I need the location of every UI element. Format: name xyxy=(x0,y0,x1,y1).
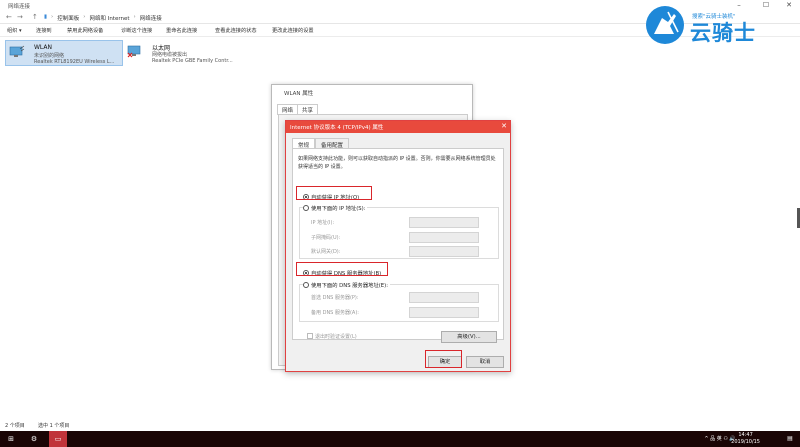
adapter-device: Realtek PCIe GBE Family Contr... xyxy=(152,58,233,64)
screen: 网络连接 – ☐ ✕ ← → ↑ ▮ › 控制面板 › 网络和 Internet… xyxy=(0,0,800,447)
notification-icon[interactable]: ▤ xyxy=(784,431,796,447)
taskbar: ⊞ ⚙ ▭ ^ 品 英 ⚇ 🔊 14:47 2019/10/15 ▤ xyxy=(0,431,800,447)
preferred-dns-input[interactable] xyxy=(409,292,479,303)
wlan-properties-title: WLAN 属性 xyxy=(284,91,314,97)
validate-checkbox[interactable]: 退出时验证设置(L) xyxy=(307,333,357,340)
subnet-input[interactable] xyxy=(409,232,479,243)
adapter-status: 未识别的网络 xyxy=(34,53,65,59)
up-icon[interactable]: ↑ xyxy=(32,13,38,21)
radio-selected-icon xyxy=(303,194,309,200)
adapter-status: 网络电缆被拔出 xyxy=(152,52,188,58)
dialog-title: Internet 协议版本 4 (TCP/IPv4) 属性 xyxy=(290,125,384,131)
auto-dns-radio[interactable]: 自动获得 DNS 服务器地址(B) xyxy=(303,269,381,277)
disable-device-button[interactable]: 禁用此网络设备 xyxy=(67,27,103,34)
watermark-brand: 云骑士 xyxy=(690,21,756,45)
view-status-button[interactable]: 查看此连接的状态 xyxy=(215,27,257,34)
dialog-titlebar: Internet 协议版本 4 (TCP/IPv4) 属性 xyxy=(286,121,510,133)
subnet-label: 子网掩码(U): xyxy=(311,235,341,241)
alternate-dns-input[interactable] xyxy=(409,307,479,318)
selected-count: 选中 1 个项目 xyxy=(38,423,70,429)
manual-ip-radio[interactable]: 使用下面的 IP 地址(S): xyxy=(303,204,368,212)
knight-logo-icon xyxy=(646,6,684,44)
back-icon[interactable]: ← xyxy=(6,13,12,21)
adapter-device: Realtek RTL8192EU Wireless L... xyxy=(34,59,115,65)
adapter-wlan[interactable]: WLAN 未识别的网络 Realtek RTL8192EU Wireless L… xyxy=(5,40,123,66)
network-taskbar-icon[interactable]: ▭ xyxy=(49,431,67,447)
breadcrumb-control-panel[interactable]: 控制面板 xyxy=(57,14,79,22)
wireless-adapter-icon xyxy=(9,45,25,57)
change-settings-button[interactable]: 更改此连接的设置 xyxy=(272,27,314,34)
radio-unselected-icon xyxy=(303,282,309,288)
breadcrumb: ▮ › 控制面板 › 网络和 Internet › 网络连接 xyxy=(44,14,162,22)
watermark-logo: 搜索"云骑士装机" 云骑士 xyxy=(638,2,788,48)
items-count: 2 个项目 xyxy=(5,423,25,429)
manual-dns-radio[interactable]: 使用下面的 DNS 服务器地址(E): xyxy=(303,281,391,289)
general-panel: 如果网络支持此功能，则可以获取自动指派的 IP 设置。否则，你需要从网络系统管理… xyxy=(292,148,504,343)
adapter-ethernet[interactable]: 以太网 网络电缆被拔出 Realtek PCIe GBE Family Cont… xyxy=(124,40,254,66)
preferred-dns-label: 首选 DNS 服务器(P): xyxy=(311,295,359,301)
checkbox-icon xyxy=(307,333,313,339)
rename-button[interactable]: 重命名此连接 xyxy=(166,27,197,34)
alternate-dns-label: 备用 DNS 服务器(A): xyxy=(311,310,359,316)
ip-address-input[interactable] xyxy=(409,217,479,228)
gateway-input[interactable] xyxy=(409,246,479,257)
radio-selected-icon xyxy=(303,270,309,276)
taskbar-clock[interactable]: 14:47 2019/10/15 xyxy=(731,432,760,446)
advanced-button[interactable]: 高级(V)... xyxy=(441,331,497,343)
ip-address-label: IP 地址(I): xyxy=(311,220,335,226)
organize-button[interactable]: 组织 ▾ xyxy=(7,27,22,34)
adapter-name: WLAN xyxy=(34,44,53,51)
connect-to-button[interactable]: 连接到 xyxy=(36,27,52,34)
breadcrumb-network-internet[interactable]: 网络和 Internet xyxy=(89,14,129,22)
breadcrumb-network-connections[interactable]: 网络连接 xyxy=(140,14,162,22)
settings-icon[interactable]: ⚙ xyxy=(27,431,41,447)
gateway-label: 默认网关(D): xyxy=(311,249,341,255)
forward-icon[interactable]: → xyxy=(17,13,23,21)
window-title: 网络连接 xyxy=(8,4,31,10)
status-bar: 2 个项目 选中 1 个项目 xyxy=(0,419,800,431)
ok-button[interactable]: 确定 xyxy=(428,356,462,368)
cancel-button[interactable]: 取消 xyxy=(466,356,504,368)
diagnose-button[interactable]: 诊断这个连接 xyxy=(121,27,152,34)
dialog-description: 如果网络支持此功能，则可以获取自动指派的 IP 设置。否则，你需要从网络系统管理… xyxy=(298,156,496,170)
start-icon[interactable]: ⊞ xyxy=(4,431,18,447)
ipv4-properties-dialog: Internet 协议版本 4 (TCP/IPv4) 属性 ✕ 常规 备用配置 … xyxy=(285,120,511,372)
auto-ip-radio[interactable]: 自动获得 IP 地址(O) xyxy=(303,193,359,201)
dialog-close-icon[interactable]: ✕ xyxy=(501,122,507,130)
folder-icon: ▮ xyxy=(44,14,48,20)
ethernet-adapter-icon xyxy=(127,45,141,58)
radio-unselected-icon xyxy=(303,205,309,211)
